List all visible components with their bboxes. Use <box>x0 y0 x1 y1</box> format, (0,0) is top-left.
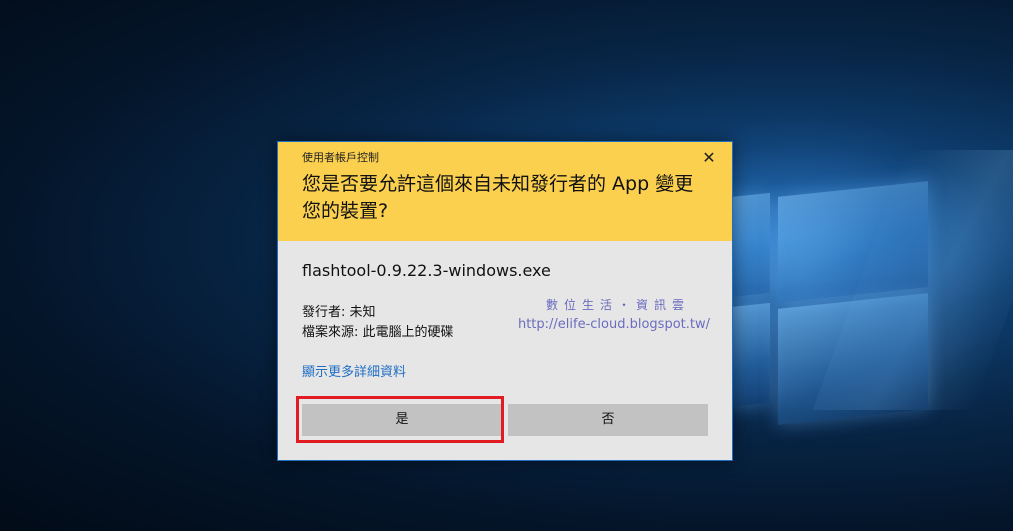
dialog-body: flashtool-0.9.22.3-windows.exe 發行者: 未知 檔… <box>278 241 732 382</box>
watermark-url: http://elife-cloud.blogspot.tw/ <box>517 317 710 332</box>
dialog-caption: 使用者帳戶控制 <box>302 151 379 164</box>
windows-logo-pane <box>778 181 928 303</box>
file-name: flashtool-0.9.22.3-windows.exe <box>302 261 551 280</box>
uac-dialog: 使用者帳戶控制 ✕ 您是否要允許這個來自未知發行者的 App 變更您的裝置? f… <box>277 141 733 461</box>
close-icon: ✕ <box>702 148 716 167</box>
watermark-title: 數位生活・資訊雲 <box>545 298 690 312</box>
desktop-background: 使用者帳戶控制 ✕ 您是否要允許這個來自未知發行者的 App 變更您的裝置? f… <box>0 0 1013 531</box>
yes-button[interactable]: 是 <box>302 404 502 436</box>
windows-logo-pane <box>730 302 770 408</box>
no-button[interactable]: 否 <box>508 404 708 436</box>
dialog-header: 使用者帳戶控制 ✕ 您是否要允許這個來自未知發行者的 App 變更您的裝置? <box>278 142 732 241</box>
dialog-title: 您是否要允許這個來自未知發行者的 App 變更您的裝置? <box>302 173 694 222</box>
close-button[interactable]: ✕ <box>698 148 720 168</box>
show-more-details-link[interactable]: 顯示更多詳細資料 <box>302 364 406 382</box>
watermark: 數位生活・資訊雲 http://elife-cloud.blogspot.tw/ <box>518 296 710 334</box>
windows-logo <box>730 181 1010 445</box>
windows-logo-pane <box>778 293 928 425</box>
windows-logo-pane <box>730 192 770 298</box>
dialog-buttons: 是 否 <box>302 404 708 436</box>
